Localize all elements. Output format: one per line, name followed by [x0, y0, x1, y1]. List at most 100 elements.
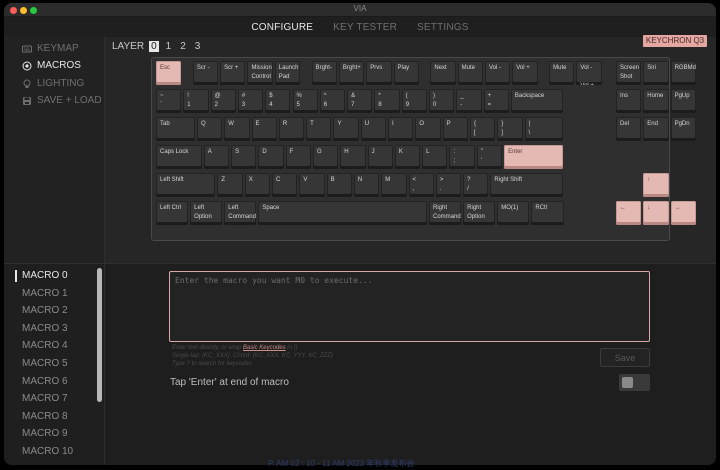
enter-toggle[interactable]	[619, 374, 650, 391]
layer-option-3[interactable]: 3	[193, 41, 203, 52]
key-launch-pad[interactable]: Launch Pad	[274, 61, 301, 85]
key-7[interactable]: & 7	[347, 89, 373, 113]
key-8[interactable]: * 8	[374, 89, 400, 113]
sidebar-item-keymap[interactable]: KEYMAP	[22, 43, 79, 54]
key-rgbmd[interactable]: RGBMd+	[670, 61, 696, 85]
layer-option-2[interactable]: 2	[178, 41, 188, 52]
key-play[interactable]: Play	[393, 61, 419, 85]
key-k[interactable]: K	[394, 145, 421, 169]
key-end[interactable]: End	[643, 117, 669, 141]
key-symbol[interactable]: < ,	[408, 173, 434, 197]
key-left-shift[interactable]: Left Shift	[156, 173, 216, 197]
key-symbol[interactable]: ←	[616, 201, 642, 225]
key-4[interactable]: $ 4	[265, 89, 291, 113]
macro-input[interactable]	[170, 272, 649, 341]
key-right-option[interactable]: Right Option	[463, 201, 496, 225]
key-symbol[interactable]: ? /	[463, 173, 489, 197]
key-left-command[interactable]: Left Command	[224, 201, 257, 225]
key-mute[interactable]: Mute	[549, 61, 575, 85]
key-pgup[interactable]: PgUp	[670, 89, 696, 113]
key-2[interactable]: @ 2	[210, 89, 236, 113]
macro-item-9[interactable]: MACRO 9	[22, 428, 68, 439]
tab-key-tester[interactable]: KEY TESTER	[333, 22, 397, 33]
macro-item-5[interactable]: MACRO 5	[22, 358, 68, 369]
tab-configure[interactable]: CONFIGURE	[251, 22, 313, 33]
key-j[interactable]: J	[367, 145, 393, 169]
macro-item-8[interactable]: MACRO 8	[22, 411, 68, 422]
key-symbol[interactable]: _ -	[456, 89, 482, 113]
sidebar-item-lighting[interactable]: LIGHTING	[22, 78, 84, 89]
key-symbol[interactable]: ↓	[643, 201, 669, 225]
key-right-command[interactable]: Right Command	[429, 201, 462, 225]
key-del[interactable]: Del	[616, 117, 642, 141]
key-symbol[interactable]: →	[670, 201, 696, 225]
key-vol[interactable]: Vol +	[512, 61, 538, 85]
macro-item-11[interactable]: MACRO 11	[22, 464, 72, 465]
macro-list-scrollbar[interactable]	[97, 268, 102, 402]
key-brght[interactable]: Brght-	[311, 61, 337, 85]
key-n[interactable]: N	[353, 173, 380, 197]
key-mo-1[interactable]: MO(1)	[497, 201, 530, 225]
key-0[interactable]: ) 0	[429, 89, 455, 113]
key-rctl[interactable]: RCtl	[531, 201, 564, 225]
key-1[interactable]: ! 1	[183, 89, 209, 113]
key-prvs[interactable]: Prvs	[366, 61, 392, 85]
macro-item-3[interactable]: MACRO 3	[22, 323, 68, 334]
key-symbol[interactable]: { [	[469, 117, 496, 141]
key-y[interactable]: Y	[333, 117, 359, 141]
key-next[interactable]: Next	[430, 61, 456, 85]
macro-item-0[interactable]: MACRO 0	[22, 270, 68, 281]
key-m[interactable]: M	[381, 173, 407, 197]
key-v[interactable]: V	[299, 173, 325, 197]
macro-item-2[interactable]: MACRO 2	[22, 305, 68, 316]
key-symbol[interactable]: : ;	[449, 145, 475, 169]
key-pgdn[interactable]: PgDn	[670, 117, 696, 141]
key-c[interactable]: C	[272, 173, 298, 197]
key-o[interactable]: O	[415, 117, 441, 141]
key-r[interactable]: R	[278, 117, 305, 141]
key-x[interactable]: X	[244, 173, 271, 197]
key-a[interactable]: A	[203, 145, 230, 169]
key-ins[interactable]: Ins	[616, 89, 642, 113]
key-u[interactable]: U	[360, 117, 387, 141]
key-symbol[interactable]: " '	[476, 145, 503, 169]
key-backspace[interactable]: Backspace	[510, 89, 564, 113]
key-t[interactable]: T	[306, 117, 332, 141]
key-3[interactable]: # 3	[237, 89, 264, 113]
key-symbol[interactable]: ↑	[643, 173, 669, 197]
key-home[interactable]: Home	[643, 89, 669, 113]
key-i[interactable]: I	[388, 117, 414, 141]
sidebar-item-macros[interactable]: MACROS	[22, 60, 81, 71]
key-esc[interactable]: Esc	[156, 61, 182, 85]
key-mute[interactable]: Mute	[457, 61, 483, 85]
key-left-option[interactable]: Left Option	[190, 201, 223, 225]
key-enter[interactable]: Enter	[504, 145, 564, 169]
key-q[interactable]: Q	[196, 117, 223, 141]
key-right-shift[interactable]: Right Shift	[490, 173, 564, 197]
macro-item-6[interactable]: MACRO 6	[22, 376, 68, 387]
macro-item-4[interactable]: MACRO 4	[22, 340, 68, 351]
layer-option-0[interactable]: 0	[149, 41, 159, 52]
macro-item-10[interactable]: MACRO 10	[22, 446, 73, 457]
key-symbol[interactable]: + =	[483, 89, 509, 113]
key-vol-vol[interactable]: Vol - Vol +	[576, 61, 602, 85]
key-l[interactable]: L	[422, 145, 448, 169]
key-d[interactable]: D	[258, 145, 284, 169]
layer-option-1[interactable]: 1	[164, 41, 174, 52]
key-g[interactable]: G	[312, 145, 339, 169]
basic-keycodes-link[interactable]: Basic Keycodes	[243, 345, 286, 351]
key-s[interactable]: S	[231, 145, 257, 169]
key-z[interactable]: Z	[217, 173, 243, 197]
key-tab[interactable]: Tab	[156, 117, 195, 141]
key-9[interactable]: ( 9	[401, 89, 427, 113]
key-p[interactable]: P	[442, 117, 468, 141]
key-vol[interactable]: Vol -	[484, 61, 511, 85]
key-mission-control[interactable]: Mission Control	[247, 61, 273, 85]
key-siri[interactable]: Siri	[643, 61, 669, 85]
macro-editor[interactable]	[169, 271, 650, 342]
save-button[interactable]: Save	[600, 348, 650, 367]
key-5[interactable]: % 5	[292, 89, 318, 113]
macro-item-1[interactable]: MACRO 1	[22, 288, 68, 299]
tab-settings[interactable]: SETTINGS	[417, 22, 469, 33]
key-w[interactable]: W	[224, 117, 250, 141]
